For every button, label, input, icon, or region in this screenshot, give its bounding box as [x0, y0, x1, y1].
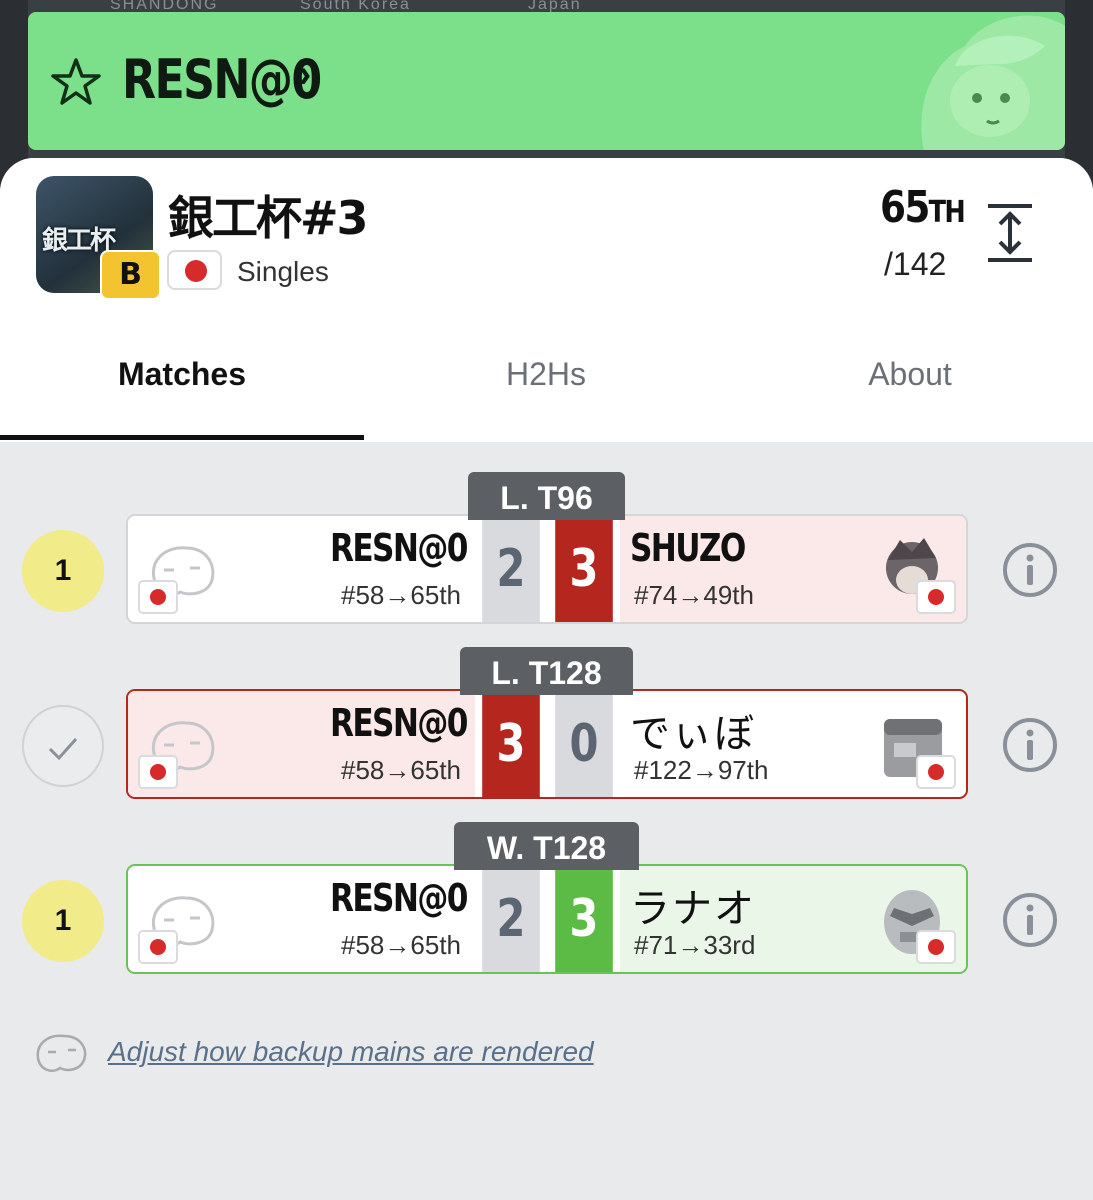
- placing-number: 65: [880, 182, 930, 233]
- tab-label: H2Hs: [505, 356, 586, 392]
- match-row: 1 RESN@0 #58→65th 2 3 ラナオ #71→33rd W. T1…: [0, 822, 1093, 976]
- japan-flag-icon: [916, 755, 956, 789]
- expand-icon[interactable]: [986, 202, 1034, 264]
- player2-panel[interactable]: SHUZO #74→49th: [620, 516, 966, 622]
- round-label: L. T128: [460, 647, 633, 695]
- player1-panel[interactable]: RESN@0 #58→65th: [128, 691, 475, 797]
- player1-name: RESN@0: [330, 526, 468, 570]
- adjust-backup-mains-link[interactable]: Adjust how backup mains are rendered: [108, 1036, 594, 1068]
- japan-flag-icon: [916, 930, 956, 964]
- player-banner[interactable]: RESN@0 ›: [28, 12, 1065, 150]
- player2-seed: #71→33rd: [634, 930, 756, 960]
- tab-bar: Matches H2Hs About: [0, 338, 1093, 442]
- match-card[interactable]: RESN@0 #58→65th 3 0 でぃぼ #122→97th: [126, 689, 968, 799]
- player-name[interactable]: RESN@0: [122, 48, 322, 111]
- player1-seed: #58→65th: [341, 930, 461, 960]
- round-label: W. T128: [454, 822, 639, 870]
- backup-main-ghost-icon: [36, 1034, 87, 1072]
- status-badge: [22, 705, 104, 787]
- japan-flag-icon: [138, 755, 178, 789]
- japan-flag-icon: [138, 580, 178, 614]
- character-art: [921, 15, 1065, 150]
- entrant-count: /142: [884, 246, 947, 282]
- tab-h2hs[interactable]: H2Hs: [364, 338, 728, 442]
- japan-flag-icon: [138, 930, 178, 964]
- player2-name: SHUZO: [630, 526, 746, 570]
- event-header: 銀工杯 B 銀工杯#3 Singles 65TH /142 Matches H2…: [0, 158, 1093, 442]
- event-type: Singles: [237, 256, 329, 287]
- tier-badge: B: [100, 250, 161, 300]
- chevron-right-icon[interactable]: ›: [298, 52, 311, 97]
- player1-score: 2: [482, 516, 540, 622]
- tab-matches[interactable]: Matches: [0, 338, 364, 442]
- star-icon[interactable]: [50, 56, 102, 108]
- player1-panel[interactable]: RESN@0 #58→65th: [128, 866, 475, 972]
- info-icon[interactable]: [1002, 717, 1058, 773]
- tab-about[interactable]: About: [728, 338, 1092, 442]
- player2-seed: #74→49th: [634, 580, 754, 610]
- placing: 65TH: [880, 182, 966, 233]
- info-icon[interactable]: [1002, 892, 1058, 948]
- player1-seed: #58→65th: [341, 755, 461, 785]
- round-label: L. T96: [468, 472, 625, 520]
- status-badge: 1: [22, 530, 104, 612]
- player1-score: 2: [482, 866, 540, 972]
- check-icon: [48, 737, 78, 761]
- player2-score: 0: [555, 691, 613, 797]
- match-row: RESN@0 #58→65th 3 0 でぃぼ #122→97th L. T12…: [0, 647, 1093, 801]
- tab-label: Matches: [117, 356, 247, 392]
- japan-flag-icon: [167, 250, 222, 290]
- player2-score: 3: [555, 516, 613, 622]
- match-card[interactable]: RESN@0 #58→65th 2 3 ラナオ #71→33rd: [126, 864, 968, 974]
- player2-score: 3: [555, 866, 613, 972]
- player2-name: でぃぼ: [630, 711, 756, 757]
- tab-label: About: [868, 356, 952, 392]
- player1-panel[interactable]: RESN@0 #58→65th: [128, 516, 475, 622]
- player1-seed: #58→65th: [341, 580, 461, 610]
- player2-panel[interactable]: ラナオ #71→33rd: [620, 866, 966, 972]
- player1-name: RESN@0: [330, 876, 468, 920]
- match-card[interactable]: RESN@0 #58→65th 2 3 SHUZO #74→49th: [126, 514, 968, 624]
- match-row: 1 RESN@0 #58→65th 2 3 SHUZO #74→49th L. …: [0, 472, 1093, 626]
- info-icon[interactable]: [1002, 542, 1058, 598]
- player2-panel[interactable]: でぃぼ #122→97th: [620, 691, 966, 797]
- backup-mains-setting: Adjust how backup mains are rendered: [32, 1030, 732, 1080]
- placing-suffix: TH: [928, 195, 966, 230]
- player2-seed: #122→97th: [634, 755, 769, 785]
- japan-flag-icon: [916, 580, 956, 614]
- player2-name: ラナオ: [630, 886, 756, 932]
- status-badge: 1: [22, 880, 104, 962]
- player1-name: RESN@0: [330, 701, 468, 745]
- player1-score: 3: [482, 691, 540, 797]
- event-title: 銀工杯#3: [168, 191, 369, 245]
